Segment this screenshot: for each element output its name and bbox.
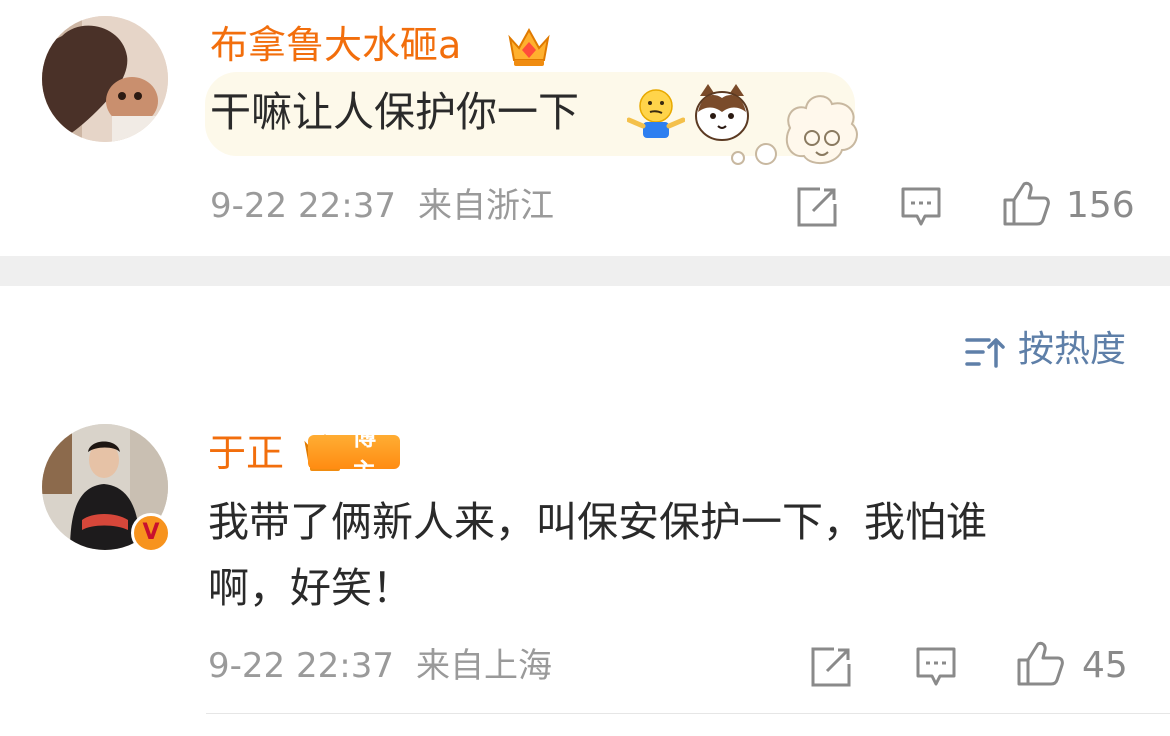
comment-time: 9-22 22:37 xyxy=(210,186,396,226)
share-icon[interactable] xyxy=(796,186,838,228)
like-icon[interactable] xyxy=(1016,640,1064,686)
reply-icon[interactable] xyxy=(915,646,957,688)
thinking-sheep-sticker xyxy=(728,88,862,172)
comment-location: 来自上海 xyxy=(416,646,552,686)
blogger-badge: 博主 xyxy=(302,423,402,486)
comment-username[interactable]: 布拿鲁大水砸a xyxy=(210,22,461,68)
like-count: 45 xyxy=(1082,645,1128,686)
verified-badge: V xyxy=(131,513,171,553)
comment-location: 来自浙江 xyxy=(418,186,554,226)
section-divider xyxy=(0,256,1170,286)
comment-text: 干嘛让人保护你一下 xyxy=(210,88,579,136)
blogger-badge-label: 博主 xyxy=(352,423,376,486)
sort-by-hot-button[interactable]: 按热度 xyxy=(1018,328,1126,372)
share-icon[interactable] xyxy=(810,646,852,688)
sort-icon[interactable] xyxy=(965,334,1005,370)
verified-badge-label: V xyxy=(142,520,160,545)
comment-text: 我带了俩新人来，叫保安保护一下，我怕谁 xyxy=(208,498,987,546)
shrug-emoji xyxy=(626,86,686,140)
comment-separator xyxy=(206,713,1170,714)
comment-username[interactable]: 于正 xyxy=(208,430,284,476)
avatar[interactable] xyxy=(42,16,168,142)
crown-badge-icon xyxy=(506,24,552,68)
comment-text-line2: 啊，好笑！ xyxy=(208,564,413,612)
like-count: 156 xyxy=(1066,185,1135,226)
like-icon[interactable] xyxy=(1002,180,1050,226)
reply-icon[interactable] xyxy=(900,186,942,228)
comment-time: 9-22 22:37 xyxy=(208,646,394,686)
